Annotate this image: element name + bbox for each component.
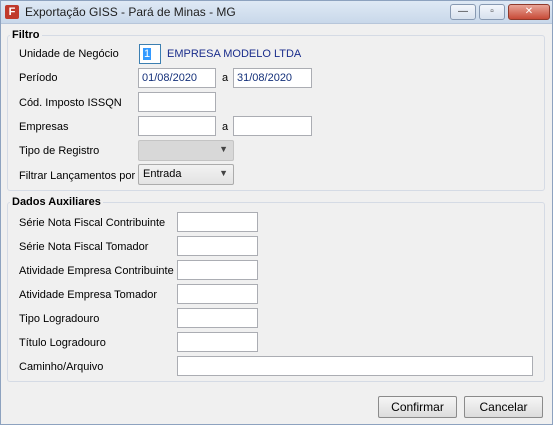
dialog-body: Filtro Unidade de Negócio 1 EMPRESA MODE… (1, 24, 552, 424)
tipo-registro-label: Tipo de Registro (19, 145, 100, 157)
periodo-fim-input[interactable]: 31/08/2020 (233, 68, 312, 88)
maximize-icon: ▫ (490, 6, 494, 17)
serie-contrib-label: Série Nota Fiscal Contribuinte (19, 217, 166, 229)
filtrar-label: Filtrar Lançamentos por (19, 170, 136, 182)
window-title: Exportação GISS - Pará de Minas - MG (25, 5, 236, 19)
tipo-registro-select[interactable]: ▼ (138, 140, 234, 161)
unidade-input[interactable]: 1 (139, 44, 161, 64)
periodo-separator: a (222, 72, 229, 84)
unidade-label: Unidade de Negócio (19, 48, 119, 60)
periodo-label: Período (19, 72, 58, 84)
tipo-logr-input[interactable] (177, 308, 258, 328)
filtrar-select[interactable]: Entrada ▼ (138, 164, 234, 185)
minimize-icon: — (458, 6, 468, 17)
cancelar-button[interactable]: Cancelar (464, 396, 543, 418)
caminho-label: Caminho/Arquivo (19, 361, 104, 373)
minimize-button[interactable]: — (450, 4, 476, 20)
chevron-down-icon: ▼ (219, 144, 228, 154)
cod-imposto-input[interactable] (138, 92, 216, 112)
main-window: F Exportação GISS - Pará de Minas - MG —… (0, 0, 553, 425)
close-icon: ✕ (524, 6, 534, 17)
empresas-inicio-input[interactable] (138, 116, 216, 136)
empresas-label: Empresas (19, 121, 69, 133)
maximize-button[interactable]: ▫ (479, 4, 505, 20)
app-icon: F (5, 5, 19, 19)
ativ-tomador-label: Atividade Empresa Tomador (19, 289, 157, 301)
chevron-down-icon: ▼ (219, 168, 228, 178)
cod-imposto-label: Cód. Imposto ISSQN (19, 97, 122, 109)
periodo-inicio-input[interactable]: 01/08/2020 (138, 68, 216, 88)
tipo-logr-label: Tipo Logradouro (19, 313, 100, 325)
ativ-contrib-label: Atividade Empresa Contribuinte (19, 265, 174, 277)
empresa-nome: EMPRESA MODELO LTDA (167, 48, 302, 60)
title-bar: F Exportação GISS - Pará de Minas - MG —… (1, 1, 552, 24)
filtro-legend: Filtro (12, 29, 40, 41)
serie-tomador-label: Série Nota Fiscal Tomador (19, 241, 149, 253)
ativ-contrib-input[interactable] (177, 260, 258, 280)
caminho-input[interactable] (177, 356, 533, 376)
ativ-tomador-input[interactable] (177, 284, 258, 304)
empresas-separator: a (222, 121, 229, 133)
serie-contrib-input[interactable] (177, 212, 258, 232)
titulo-logr-input[interactable] (177, 332, 258, 352)
confirmar-button[interactable]: Confirmar (378, 396, 457, 418)
serie-tomador-input[interactable] (177, 236, 258, 256)
titulo-logr-label: Título Logradouro (19, 337, 106, 349)
aux-legend: Dados Auxiliares (12, 196, 101, 208)
close-button[interactable]: ✕ (508, 4, 550, 20)
empresas-fim-input[interactable] (233, 116, 312, 136)
